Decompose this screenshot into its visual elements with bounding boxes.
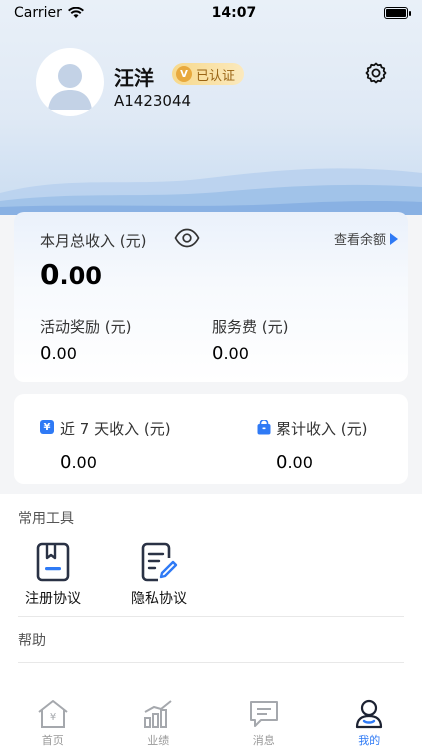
divider: [18, 616, 404, 617]
tab-home-label: 首页: [41, 734, 64, 747]
privacy-agreement-label: 隐私协议: [131, 591, 187, 607]
bar-chart-icon: [144, 700, 172, 728]
svg-text:¥: ¥: [50, 712, 56, 723]
reward-label: 活动奖励 (元): [40, 318, 132, 336]
registration-agreement-button[interactable]: 注册协议: [13, 542, 93, 608]
wave-decoration: [0, 168, 422, 215]
document-bookmark-icon: [36, 542, 70, 582]
battery-icon: [384, 7, 411, 19]
tools-title: 常用工具: [18, 511, 74, 527]
privacy-agreement-button[interactable]: 隐私协议: [119, 542, 199, 608]
income-card: 本月总收入 (元) 查看余额 0.00 活动奖励 (元) 0.00 服务费 (元…: [14, 212, 408, 382]
verified-icon: V: [176, 66, 192, 82]
service-fee-value: 0.00: [212, 343, 249, 364]
monthly-income-value: 0.00: [40, 258, 102, 291]
tab-performance-label: 业绩: [147, 734, 170, 747]
home-yen-icon: ¥: [38, 700, 68, 728]
week-income-decimal: .00: [71, 453, 97, 472]
document-edit-icon: [141, 542, 178, 582]
wallet-icon: [257, 420, 271, 435]
total-income-value: 0.00: [276, 452, 313, 473]
tab-mine-label: 我的: [358, 734, 381, 747]
clock: 14:07: [211, 5, 257, 21]
monthly-income-label: 本月总收入 (元): [40, 232, 147, 250]
tab-messages[interactable]: 消息: [211, 694, 317, 750]
user-id: A1423044: [114, 92, 192, 110]
tab-bar: ¥ 首页 业绩 消息 我的: [0, 694, 422, 750]
wifi-icon: [67, 7, 84, 18]
service-fee-label: 服务费 (元): [212, 318, 289, 336]
avatar[interactable]: [36, 48, 104, 116]
week-income-value: 0.00: [60, 452, 97, 473]
total-income-integer: 0: [276, 452, 288, 473]
week-income-label: 近 7 天收入 (元): [60, 420, 171, 438]
week-income-integer: 0: [60, 452, 72, 473]
reward-decimal: .00: [51, 344, 77, 363]
service-fee-integer: 0: [212, 343, 224, 364]
registration-agreement-label: 注册协议: [25, 591, 81, 607]
total-income-label: 累计收入 (元): [276, 420, 368, 438]
eye-icon[interactable]: [174, 228, 200, 248]
carrier-label: Carrier: [14, 5, 62, 21]
yen-icon: ¥: [40, 420, 54, 434]
tab-messages-label: 消息: [252, 734, 275, 747]
verified-label: 已认证: [196, 68, 236, 84]
gear-icon[interactable]: [364, 61, 388, 85]
income-stats-card: ¥ 近 7 天收入 (元) 0.00 累计收入 (元) 0.00: [14, 394, 408, 484]
status-bar: Carrier 14:07: [0, 0, 422, 26]
user-name: 汪洋: [114, 66, 154, 90]
verified-badge: V 已认证: [172, 63, 245, 85]
default-avatar-icon: [48, 64, 92, 110]
service-fee-decimal: .00: [223, 344, 249, 363]
total-income-decimal: .00: [287, 453, 313, 472]
message-icon: [249, 701, 278, 727]
reward-value: 0.00: [40, 343, 77, 364]
monthly-income-decimal: .00: [59, 262, 102, 290]
tab-mine[interactable]: 我的: [317, 694, 422, 750]
view-balance-link[interactable]: 查看余额: [334, 229, 398, 248]
triangle-right-icon: [390, 232, 398, 245]
divider: [18, 662, 404, 663]
reward-integer: 0: [40, 343, 52, 364]
view-balance-label: 查看余额: [333, 233, 386, 248]
help-title[interactable]: 帮助: [18, 630, 46, 650]
tab-home[interactable]: ¥ 首页: [0, 694, 106, 750]
monthly-income-integer: 0: [40, 258, 60, 291]
tab-performance[interactable]: 业绩: [106, 694, 212, 750]
profile-icon: [356, 699, 383, 729]
